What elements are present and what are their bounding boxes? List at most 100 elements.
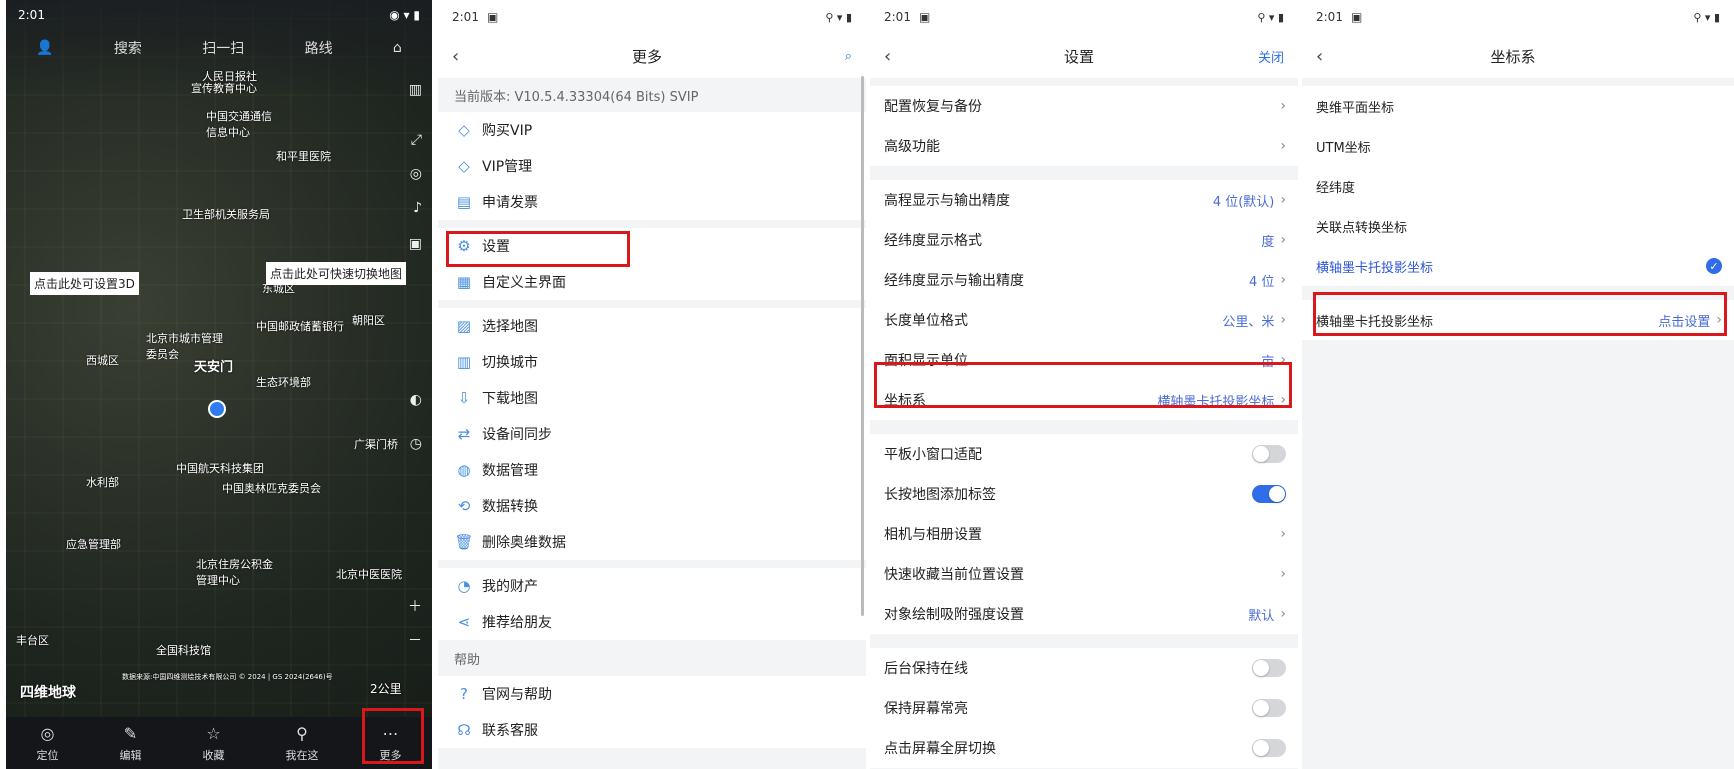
settings-row-camera[interactable]: 相机与相册设置 › — [870, 514, 1298, 554]
zoom-out-icon[interactable]: － — [408, 630, 422, 650]
back-icon[interactable]: ‹ — [452, 46, 482, 67]
settings-row-screen-on[interactable]: 保持屏幕常亮 — [870, 688, 1298, 728]
camera-icon[interactable]: ◎ — [410, 166, 422, 182]
menu-delete-data[interactable]: 🗑 删除奥维数据 — [438, 524, 866, 560]
menu-data-convert[interactable]: ⟲ 数据转换 — [438, 488, 866, 524]
back-icon[interactable]: ‹ — [884, 46, 914, 67]
route-button[interactable]: 路线 — [305, 38, 333, 58]
zoom-in-icon[interactable]: ＋ — [408, 596, 422, 616]
toggle-switch[interactable] — [1252, 445, 1286, 463]
settings-row-fullscreen[interactable]: 点击屏幕全屏切换 — [870, 728, 1298, 768]
toggle-switch[interactable] — [1252, 739, 1286, 757]
map-label: 朝阳区 — [352, 314, 385, 327]
invoice-icon: ▤ — [456, 193, 472, 211]
notification-icon: ▣ — [486, 10, 499, 24]
map-label: 生态环境部 — [256, 376, 311, 389]
settings-row-longpress-label[interactable]: 长按地图添加标签 — [870, 474, 1298, 514]
menu-invoice[interactable]: ▤ 申请发票 — [438, 184, 866, 220]
history-icon[interactable]: ◷ — [410, 436, 422, 452]
i-am-here-button[interactable]: ⚲ 我在这 — [286, 724, 319, 763]
help-header: 帮助 — [454, 652, 481, 668]
ruler-icon[interactable]: ⤢ — [411, 132, 422, 148]
settings-row-snap[interactable]: 对象绘制吸附强度设置 默认 › — [870, 594, 1298, 634]
map-label: 中国邮政储蓄银行 — [256, 320, 344, 333]
menu-device-sync[interactable]: ⇄ 设备间同步 — [438, 416, 866, 452]
toggle-switch[interactable] — [1252, 659, 1286, 677]
toggle-switch[interactable] — [1252, 485, 1286, 503]
coordinate-panel: 2:01 ▣ ⚲ ▾ ▮ ‹ 坐标系 奥维平面坐标 UTM坐标 经纬度 关联点转换坐… — [1302, 0, 1734, 769]
status-icons: ⚲ ▾ ▮ — [1257, 10, 1284, 24]
settings-row-quick-favorite[interactable]: 快速收藏当前位置设置 › — [870, 554, 1298, 594]
chevron-right-icon: › — [1280, 272, 1286, 288]
menu-data-manage[interactable]: ◍ 数据管理 — [438, 452, 866, 488]
map-label: 中国奥林匹克委员会 — [222, 482, 321, 495]
settings-row-backup[interactable]: 配置恢复与备份 › — [870, 86, 1298, 126]
status-time: 2:01 — [884, 10, 911, 24]
question-icon: ? — [460, 685, 468, 703]
status-time: 2:01 — [1316, 10, 1343, 24]
menu-select-map[interactable]: ▨ 选择地图 — [438, 308, 866, 344]
coord-option-latlng[interactable]: 经纬度 — [1302, 166, 1734, 206]
menu-buy-vip[interactable]: ◇ 购买VIP — [438, 112, 866, 148]
map-label: 卫生部机关服务局 — [182, 208, 270, 221]
coord-option-ovital-plane[interactable]: 奥维平面坐标 — [1302, 86, 1734, 126]
map-panel[interactable]: 2:01 ◉ ▾ ▮ 👤 搜索 扫一扫 路线 ⌂ 人民日报社 宣传教育中心 中国交… — [6, 0, 432, 769]
menu-share[interactable]: ⋖ 推荐给朋友 — [438, 604, 866, 640]
menu-switch-city[interactable]: ▥ 切换城市 — [438, 344, 866, 380]
menu-my-assets[interactable]: ◔ 我的财产 — [438, 568, 866, 604]
map-label: 北京中医医院 — [336, 568, 402, 581]
notification-icon: ▣ — [918, 10, 931, 24]
coord-option-utm[interactable]: UTM坐标 — [1302, 126, 1734, 166]
status-time: 2:01 — [18, 8, 45, 22]
coord-option-transverse-mercator[interactable]: 横轴墨卡托投影坐标 ✓ — [1302, 246, 1734, 286]
compass-icon[interactable]: ◐ — [410, 392, 422, 408]
close-button[interactable]: 关闭 — [1244, 47, 1284, 66]
user-location-icon[interactable]: 👤 — [36, 40, 53, 56]
back-icon[interactable]: ‹ — [1316, 46, 1346, 67]
scale-bar: 2公里 — [370, 682, 402, 696]
settings-row-length-unit[interactable]: 长度单位格式 公里、米 › — [870, 300, 1298, 340]
menu-custom-ui[interactable]: ▦ 自定义主界面 — [438, 264, 866, 300]
header: ‹ 更多 ⌕ — [438, 34, 866, 78]
sync-icon: ⇄ — [457, 425, 471, 443]
search-icon[interactable]: ⌕ — [812, 49, 852, 64]
map-label: 全国科技馆 — [156, 644, 211, 657]
menu-vip-manage[interactable]: ◇ VIP管理 — [438, 148, 866, 184]
locate-button[interactable]: ◎ 定位 — [37, 724, 59, 763]
map-label: 广渠门桥 — [354, 438, 398, 451]
favorites-button[interactable]: ☆ 收藏 — [203, 724, 225, 763]
settings-row-tablet[interactable]: 平板小窗口适配 — [870, 434, 1298, 474]
settings-row-elevation[interactable]: 高程显示与输出精度 4 位(默认) › — [870, 180, 1298, 220]
settings-row-advanced[interactable]: 高级功能 › — [870, 126, 1298, 166]
status-icons: ⚲ ▾ ▮ — [1693, 10, 1720, 24]
menu-support[interactable]: ☊ 联系客服 — [438, 712, 866, 748]
globe-icon: ◍ — [457, 461, 471, 479]
settings-row-latlng-format[interactable]: 经纬度显示格式度 › — [870, 220, 1298, 260]
scan-button[interactable]: 扫一扫 — [202, 38, 244, 58]
header: ‹ 坐标系 — [1302, 34, 1734, 78]
menu-help[interactable]: ? 官网与帮助 — [438, 676, 866, 712]
screen-icon[interactable]: ▣ — [409, 236, 422, 252]
chevron-right-icon: › — [1280, 526, 1286, 542]
hint-3d[interactable]: 点击此处可设置3D — [30, 272, 139, 295]
settings-panel: 2:01 ▣ ⚲ ▾ ▮ ‹ 设置 关闭 配置恢复与备份 › 高级功能 › 高程显示与输… — [870, 0, 1298, 769]
menu-download-map[interactable]: ⇩ 下载地图 — [438, 380, 866, 416]
hint-switch-map[interactable]: 点击此处可快速切换地图 — [266, 262, 407, 285]
scrollbar[interactable] — [861, 76, 864, 616]
status-icons: ◉ ▾ ▮ — [389, 8, 420, 22]
star-icon: ☆ — [206, 723, 221, 743]
status-icons: ⚲ ▾ ▮ — [825, 10, 852, 24]
brand-logo: 四维地球 — [20, 685, 76, 701]
coord-option-reference-point[interactable]: 关联点转换坐标 — [1302, 206, 1734, 246]
toggle-switch[interactable] — [1252, 699, 1286, 717]
home-icon[interactable]: ⌂ — [393, 40, 402, 56]
settings-row-background-online[interactable]: 后台保持在线 — [870, 648, 1298, 688]
edit-button[interactable]: ✎ 编辑 — [120, 724, 142, 763]
share-icon: ⋖ — [457, 613, 471, 631]
search-button[interactable]: 搜索 — [114, 38, 142, 58]
trash-icon: 🗑 — [454, 533, 474, 551]
highlight-box — [874, 362, 1292, 408]
settings-row-latlng-precision[interactable]: 经纬度显示与输出精度 4 位 › — [870, 260, 1298, 300]
mic-icon[interactable]: ♪ — [413, 200, 422, 216]
layers-icon[interactable]: ▥ — [409, 82, 422, 98]
